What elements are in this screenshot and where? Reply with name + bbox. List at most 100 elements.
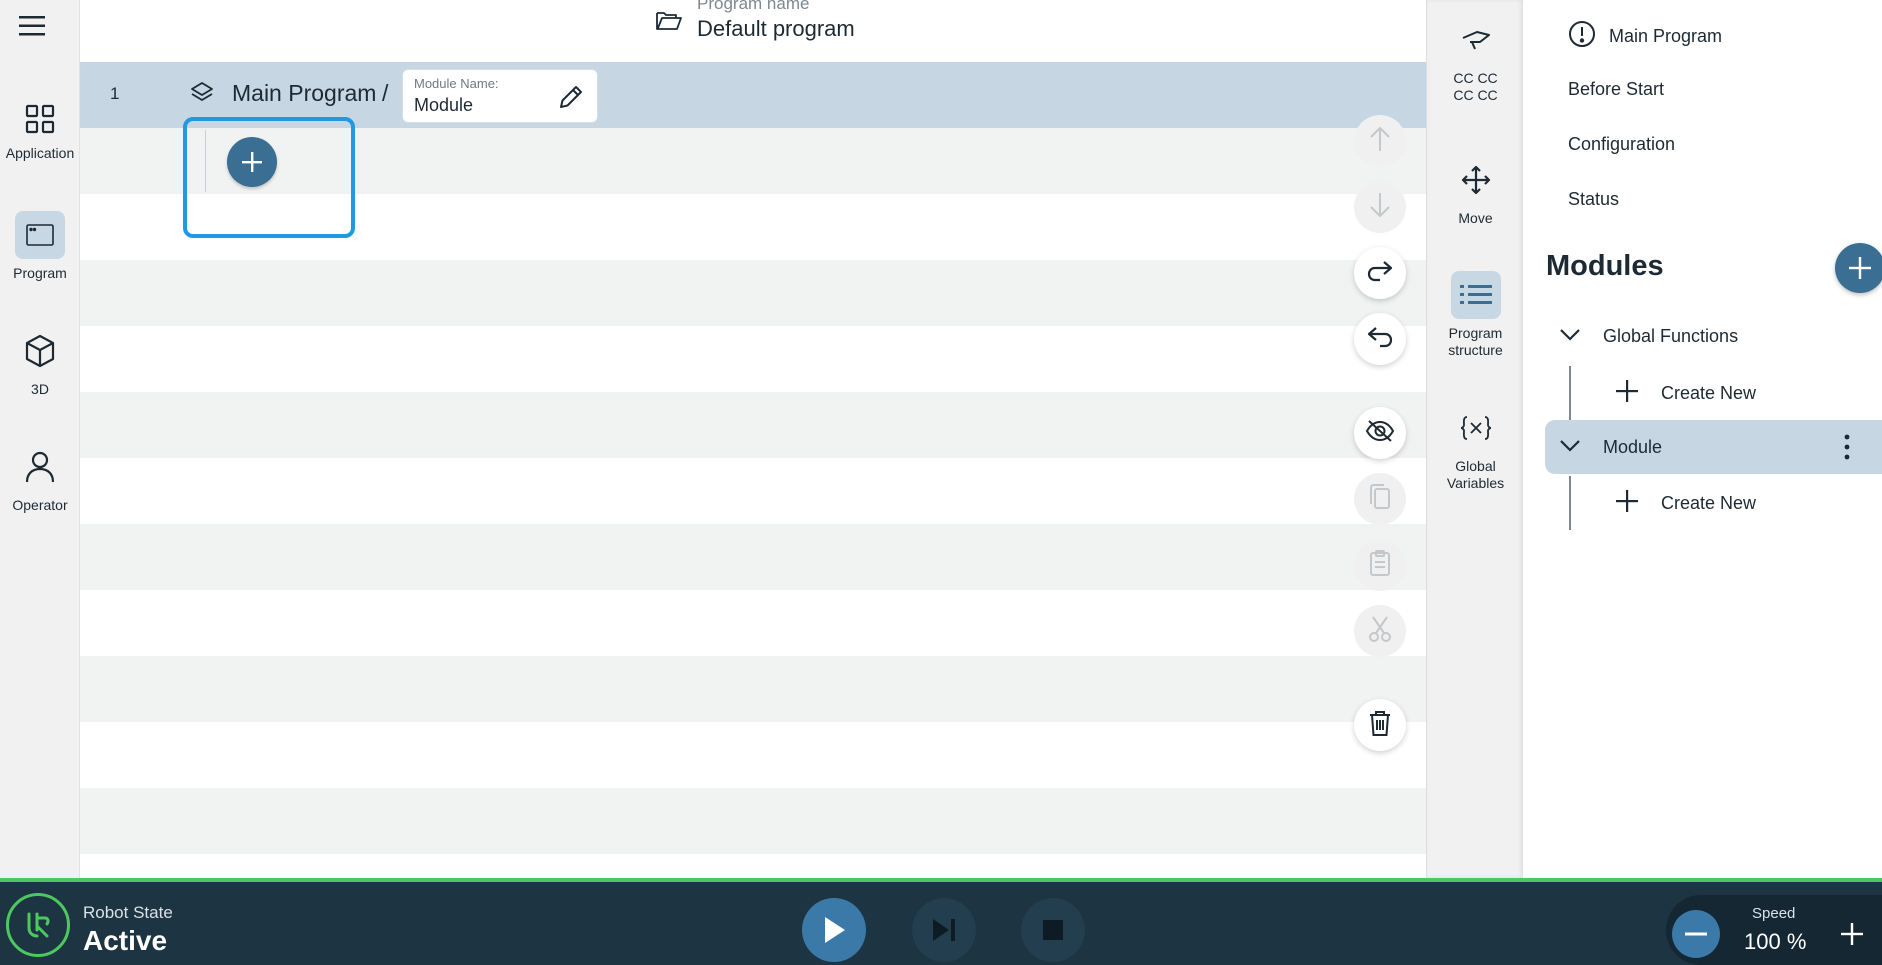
plus-icon	[1615, 379, 1639, 408]
robot-state-value: Active	[83, 925, 168, 956]
program-row	[80, 722, 1426, 788]
skip-next-icon	[933, 919, 955, 941]
stop-button[interactable]	[1021, 898, 1085, 962]
program-name-value: Default program	[697, 16, 855, 41]
nav-label-program: Program	[13, 265, 67, 281]
nav-item-program[interactable]: Program	[0, 211, 80, 281]
plus-icon	[1849, 257, 1871, 279]
move-up-button[interactable]	[1354, 115, 1406, 167]
tool-item-move[interactable]: Move	[1427, 156, 1524, 227]
tree-group-global-functions[interactable]: Global Functions	[1545, 309, 1882, 363]
structure-item-before-start[interactable]: Before Start	[1568, 79, 1664, 100]
structure-label-main-program: Main Program	[1609, 26, 1723, 46]
hamburger-menu-icon[interactable]	[18, 12, 46, 40]
add-module-button[interactable]	[1835, 243, 1882, 293]
play-icon	[825, 917, 845, 943]
left-nav-rail: Application Program 3D Operator	[0, 0, 80, 878]
cut-button[interactable]	[1354, 605, 1406, 657]
program-structure-panel: Main Program Before Start Configuration …	[1523, 0, 1882, 878]
arrow-down-icon	[1368, 191, 1392, 224]
paste-button[interactable]	[1354, 539, 1406, 591]
arrow-up-icon	[1368, 125, 1392, 158]
redo-button[interactable]	[1354, 247, 1406, 299]
module-name-value: Module	[414, 95, 474, 115]
program-row	[80, 326, 1426, 392]
nav-label-3d: 3D	[31, 381, 49, 397]
speed-increase-button[interactable]	[1830, 910, 1874, 958]
tool-panel: CC CC CC CC Move Program structure Globa…	[1426, 0, 1523, 878]
tree-group-label: Global Functions	[1603, 325, 1739, 346]
person-icon	[15, 443, 65, 491]
bottom-status-bar: Robot State Active Speed 100 %	[0, 878, 1882, 965]
alert-circle-icon	[1568, 20, 1596, 53]
grid-icon	[15, 95, 65, 143]
structure-item-main-program[interactable]: Main Program	[1568, 20, 1722, 53]
variable-icon	[1451, 404, 1501, 452]
plus-icon	[242, 152, 262, 172]
scissors-icon	[1368, 615, 1392, 648]
tree-group-label: Module	[1603, 436, 1663, 457]
move-down-button[interactable]	[1354, 181, 1406, 233]
copy-icon	[1368, 483, 1392, 516]
pencil-icon[interactable]	[557, 83, 585, 116]
add-node-button[interactable]	[227, 137, 277, 187]
tool-item-global-variables[interactable]: Global Variables	[1427, 404, 1524, 492]
plus-icon	[1615, 489, 1639, 518]
plus-icon	[1841, 923, 1863, 945]
modules-heading: Modules	[1546, 250, 1664, 282]
create-new-global-function[interactable]: Create New	[1615, 379, 1756, 408]
chevron-down-icon	[1559, 437, 1581, 458]
tree-connector	[205, 130, 206, 192]
cube-icon	[15, 327, 65, 375]
list-icon	[1450, 271, 1501, 319]
tree-group-module[interactable]: Module	[1545, 420, 1882, 474]
nav-item-operator[interactable]: Operator	[0, 443, 80, 513]
structure-item-configuration[interactable]: Configuration	[1568, 134, 1675, 155]
breadcrumb-main-program[interactable]: Main Program	[232, 80, 376, 107]
module-name-field[interactable]: Module Name: Module	[402, 69, 598, 123]
program-row	[80, 392, 1426, 458]
nav-item-application[interactable]: Application	[0, 95, 80, 161]
chevron-down-icon	[1559, 326, 1581, 347]
tree-connector	[1569, 476, 1571, 530]
create-new-label: Create New	[1661, 383, 1757, 403]
breadcrumb-separator: /	[382, 80, 389, 106]
tool-item-program-structure[interactable]: Program structure	[1427, 271, 1524, 359]
layers-icon	[190, 81, 214, 108]
redo-icon	[1366, 259, 1394, 288]
eye-off-icon	[1365, 419, 1395, 448]
more-vert-icon[interactable]	[1844, 434, 1850, 465]
step-button[interactable]	[912, 898, 976, 962]
tree-connector	[1569, 366, 1571, 421]
clipboard-icon	[1368, 549, 1392, 582]
window-icon	[15, 211, 65, 259]
structure-item-status[interactable]: Status	[1568, 189, 1619, 210]
hide-button[interactable]	[1354, 407, 1406, 459]
module-name-label: Module Name:	[414, 76, 499, 91]
speed-decrease-button[interactable]	[1672, 910, 1720, 958]
play-button[interactable]	[802, 898, 866, 962]
nav-item-3d[interactable]: 3D	[0, 327, 80, 397]
undo-button[interactable]	[1354, 313, 1406, 365]
tool-label-global-variables: Global Variables	[1446, 458, 1505, 491]
program-name-display[interactable]: Program name Default program	[655, 0, 855, 42]
tool-label-move: Move	[1458, 210, 1493, 226]
tool-label-cccc: CC CC CC CC	[1453, 70, 1498, 103]
trash-icon	[1368, 709, 1392, 742]
minus-icon	[1685, 932, 1707, 936]
program-row	[80, 788, 1426, 854]
nav-label-application: Application	[5, 145, 75, 161]
delete-button[interactable]	[1354, 699, 1406, 751]
copy-button[interactable]	[1354, 473, 1406, 525]
move-arrows-icon	[1451, 156, 1501, 204]
ur-logo-icon[interactable]	[6, 893, 70, 957]
create-new-module-item[interactable]: Create New	[1615, 489, 1756, 518]
create-new-label: Create New	[1661, 493, 1757, 513]
tool-item-cccc[interactable]: CC CC CC CC	[1427, 16, 1524, 104]
program-row	[80, 524, 1426, 590]
program-row	[80, 590, 1426, 656]
nav-label-operator: Operator	[12, 497, 68, 513]
program-row	[80, 260, 1426, 326]
folder-open-icon	[655, 9, 683, 36]
stop-icon	[1043, 920, 1063, 940]
